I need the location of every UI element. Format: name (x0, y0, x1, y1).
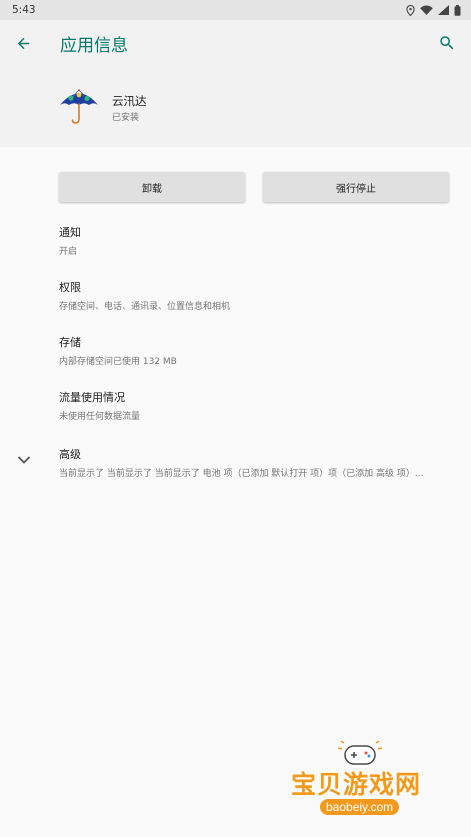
pref-permissions[interactable]: 权限 存储空间、电话、通讯录、位置信息和相机 (59, 279, 459, 312)
force-stop-button[interactable]: 强行停止 (263, 172, 449, 202)
location-icon (406, 4, 415, 16)
pref-title: 高级 (59, 448, 81, 461)
status-time: 5:43 (12, 4, 36, 16)
pref-data-usage[interactable]: 流量使用情况 未使用任何数据流量 (59, 389, 459, 422)
pref-summary: 未使用任何数据流量 (59, 412, 141, 422)
signal-icon (438, 5, 449, 15)
pref-title: 权限 (59, 281, 81, 294)
search-button[interactable] (435, 31, 459, 55)
status-icons (406, 4, 461, 16)
uninstall-button[interactable]: 卸载 (59, 172, 245, 202)
pref-advanced[interactable]: 高级 当前显示了 当前显示了 当前显示了 电池 项（已添加 默认打开 项）项（已… (59, 446, 459, 479)
app-header: 云汛达 已安装 (0, 66, 471, 147)
search-icon (440, 36, 454, 50)
page-title: 应用信息 (60, 35, 128, 56)
chevron-down-icon[interactable] (17, 455, 31, 465)
wifi-icon (420, 5, 433, 15)
pref-summary: 存储空间、电话、通讯录、位置信息和相机 (59, 302, 231, 312)
app-install-status: 已安装 (112, 113, 140, 123)
arrow-back-icon (17, 37, 29, 49)
pref-storage[interactable]: 存储 内部存储空间已使用 132 MB (59, 334, 459, 367)
pref-title: 存储 (59, 336, 81, 349)
app-bar: 应用信息 (0, 20, 471, 66)
battery-icon (454, 4, 461, 16)
watermark: 宝贝游戏网 baobeiy.com (291, 741, 441, 821)
pref-title: 通知 (59, 226, 81, 239)
pref-summary: 内部存储空间已使用 132 MB (59, 357, 177, 367)
watermark-url: baobeiy.com (320, 799, 400, 815)
app-name: 云汛达 (112, 94, 147, 108)
umbrella-icon (59, 86, 99, 126)
pref-summary: 当前显示了 当前显示了 当前显示了 电池 项（已添加 默认打开 项）项（已添加 … (59, 469, 424, 479)
pref-notifications[interactable]: 通知 开启 (59, 224, 459, 257)
watermark-title: 宝贝游戏网 (291, 770, 422, 799)
pref-summary: 开启 (59, 247, 78, 257)
pref-title: 流量使用情况 (59, 391, 125, 404)
status-bar: 5:43 (0, 0, 471, 20)
back-button[interactable] (11, 31, 35, 55)
